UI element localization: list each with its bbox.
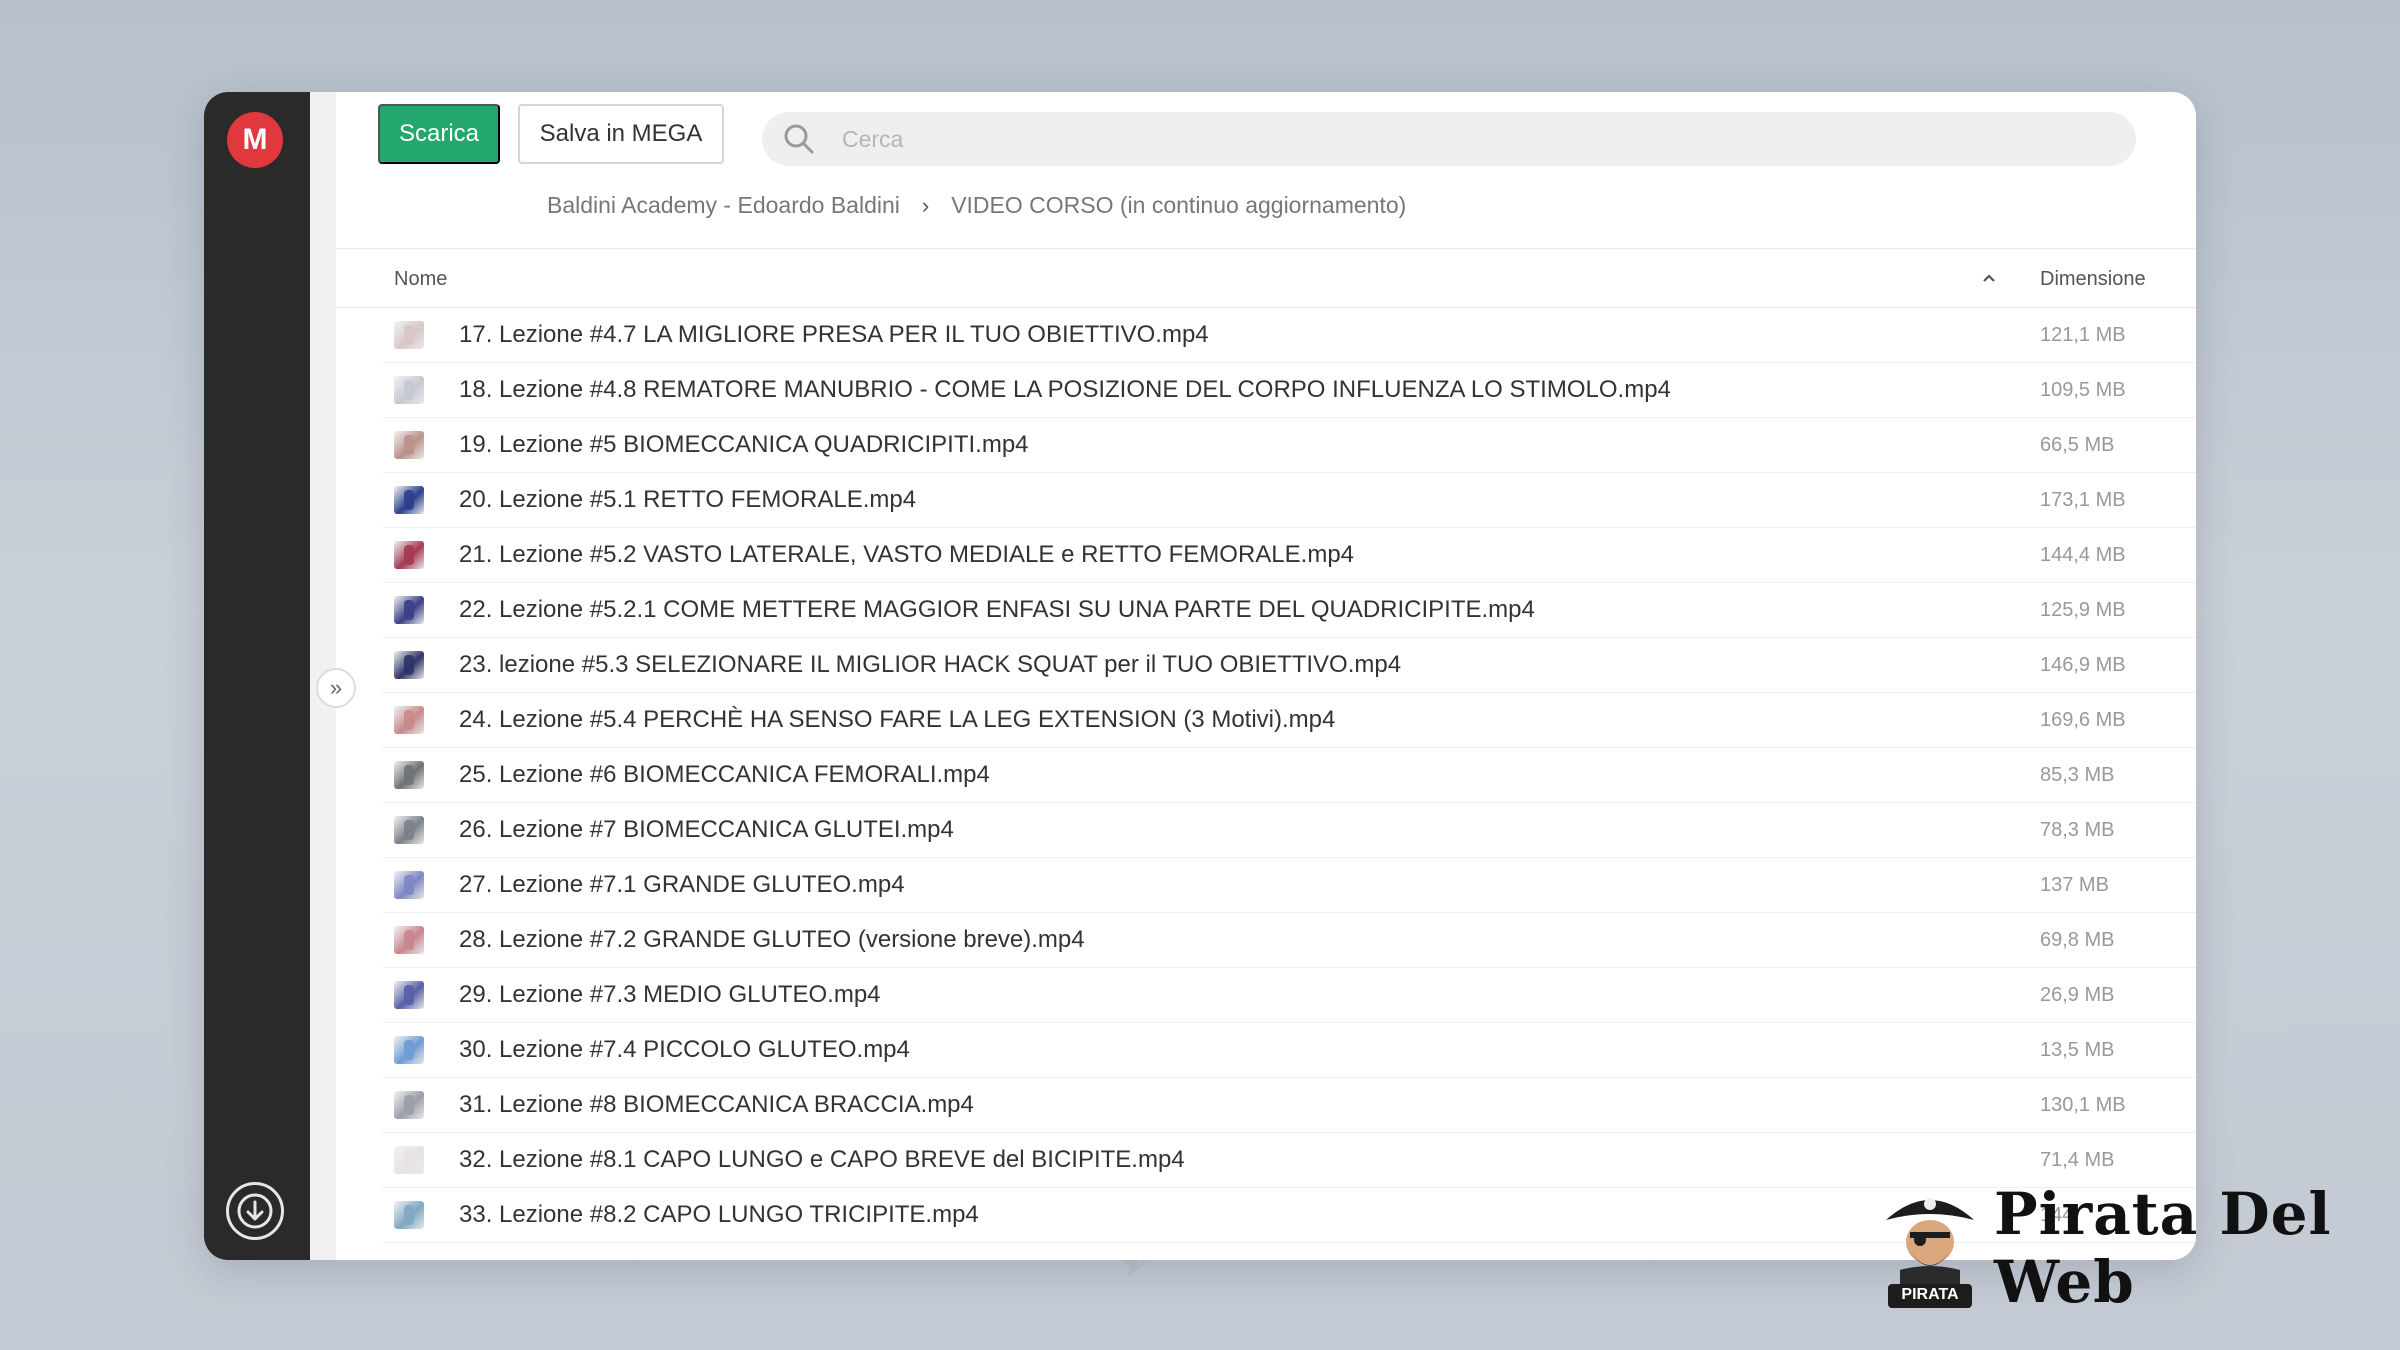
expand-sidebar-icon[interactable]: » <box>316 668 356 708</box>
video-thumbnail-icon <box>394 1146 424 1174</box>
file-row[interactable]: 17. Lezione #4.7 LA MIGLIORE PRESA PER I… <box>382 308 2196 363</box>
file-size: 71,4 MB <box>2040 1149 2115 1171</box>
video-thumbnail-icon <box>394 486 424 514</box>
video-thumbnail-icon <box>394 761 424 789</box>
file-row[interactable]: 19. Lezione #5 BIOMECCANICA QUADRICIPITI… <box>382 418 2196 473</box>
file-row[interactable]: 29. Lezione #7.3 MEDIO GLUTEO.mp4 26,9 MB… <box>382 968 2196 1023</box>
file-size: 137 MB <box>2040 874 2109 896</box>
file-row[interactable]: 31. Lezione #8 BIOMECCANICA BRACCIA.mp4 1… <box>382 1078 2196 1133</box>
file-row[interactable]: 25. Lezione #6 BIOMECCANICA FEMORALI.mp4… <box>382 748 2196 803</box>
video-thumbnail-icon <box>394 321 424 349</box>
file-size: 130,1 MB <box>2040 1094 2126 1116</box>
video-thumbnail-icon <box>394 376 424 404</box>
search-icon <box>784 124 814 154</box>
file-size: 78,3 MB <box>2040 819 2115 841</box>
file-size: 109,5 MB <box>2040 379 2126 401</box>
download-button[interactable]: Scarica <box>378 104 500 164</box>
file-row[interactable]: 26. Lezione #7 BIOMECCANICA GLUTEI.mp4 78… <box>382 803 2196 858</box>
file-size: 26,9 MB <box>2040 984 2115 1006</box>
column-size[interactable]: Dimensione <box>2040 268 2146 291</box>
file-name[interactable]: 31. Lezione #8 BIOMECCANICA BRACCIA.mp4 <box>459 1091 974 1119</box>
mega-logo[interactable]: M <box>227 112 283 168</box>
file-size: 169,6 MB <box>2040 709 2126 731</box>
brand-watermark: PIRATA Pirata Del Web <box>1880 1180 2400 1316</box>
breadcrumb-root[interactable]: Baldini Academy - Edoardo Baldini <box>547 192 900 219</box>
file-name[interactable]: 23. lezione #5.3 SELEZIONARE IL MIGLIOR … <box>459 651 1401 679</box>
file-name[interactable]: 26. Lezione #7 BIOMECCANICA GLUTEI.mp4 <box>459 816 954 844</box>
video-thumbnail-icon <box>394 706 424 734</box>
file-name[interactable]: 27. Lezione #7.1 GRANDE GLUTEO.mp4 <box>459 871 905 899</box>
file-list: 17. Lezione #4.7 LA MIGLIORE PRESA PER I… <box>382 308 2196 1243</box>
file-size: 173,1 MB <box>2040 489 2126 511</box>
video-thumbnail-icon <box>394 1036 424 1064</box>
file-row[interactable]: 18. Lezione #4.8 REMATORE MANUBRIO - COM… <box>382 363 2196 418</box>
file-name[interactable]: 25. Lezione #6 BIOMECCANICA FEMORALI.mp4 <box>459 761 990 789</box>
file-row[interactable]: 20. Lezione #5.1 RETTO FEMORALE.mp4 173,1… <box>382 473 2196 528</box>
video-thumbnail-icon <box>394 431 424 459</box>
file-row[interactable]: 21. Lezione #5.2 VASTO LATERALE, VASTO M… <box>382 528 2196 583</box>
video-thumbnail-icon <box>394 1091 424 1119</box>
file-row[interactable]: 28. Lezione #7.2 GRANDE GLUTEO (versione… <box>382 913 2196 968</box>
file-row[interactable]: 24. Lezione #5.4 PERCHÈ HA SENSO FARE LA… <box>382 693 2196 748</box>
file-size: 69,8 MB <box>2040 929 2115 951</box>
search-bar[interactable] <box>762 112 2136 166</box>
file-size: 85,3 MB <box>2040 764 2115 786</box>
video-thumbnail-icon <box>394 871 424 899</box>
file-name[interactable]: 17. Lezione #4.7 LA MIGLIORE PRESA PER I… <box>459 321 1209 349</box>
breadcrumb: Baldini Academy - Edoardo Baldini › VIDE… <box>547 192 1406 219</box>
file-size: 146,9 MB <box>2040 654 2126 676</box>
brand-badge-label: PIRATA <box>1901 1286 1959 1303</box>
file-name[interactable]: 21. Lezione #5.2 VASTO LATERALE, VASTO M… <box>459 541 1354 569</box>
table-header: Nome Dimensione Tipo <box>336 248 2196 308</box>
sidebar: M <box>204 92 310 1260</box>
search-input[interactable] <box>842 125 2042 153</box>
file-row[interactable]: 27. Lezione #7.1 GRANDE GLUTEO.mp4 137 MB… <box>382 858 2196 913</box>
file-row[interactable]: 30. Lezione #7.4 PICCOLO GLUTEO.mp4 13,5 … <box>382 1023 2196 1078</box>
file-name[interactable]: 19. Lezione #5 BIOMECCANICA QUADRICIPITI… <box>459 431 1029 459</box>
pirate-logo-icon: PIRATA <box>1880 1186 1980 1310</box>
file-row[interactable]: 22. Lezione #5.2.1 COME METTERE MAGGIOR … <box>382 583 2196 638</box>
chevron-right-icon: › <box>921 192 930 218</box>
file-row[interactable]: 23. lezione #5.3 SELEZIONARE IL MIGLIOR … <box>382 638 2196 693</box>
file-name[interactable]: 22. Lezione #5.2.1 COME METTERE MAGGIOR … <box>459 596 1535 624</box>
video-thumbnail-icon <box>394 926 424 954</box>
file-name[interactable]: 20. Lezione #5.1 RETTO FEMORALE.mp4 <box>459 486 916 514</box>
breadcrumb-current[interactable]: VIDEO CORSO (in continuo aggiornamento) <box>951 192 1406 219</box>
video-thumbnail-icon <box>394 541 424 569</box>
sort-asc-icon[interactable] <box>1980 269 1998 293</box>
column-name[interactable]: Nome <box>394 268 447 291</box>
file-name[interactable]: 24. Lezione #5.4 PERCHÈ HA SENSO FARE LA… <box>459 706 1335 734</box>
file-name[interactable]: 28. Lezione #7.2 GRANDE GLUTEO (versione… <box>459 926 1085 954</box>
transfer-manager-icon[interactable] <box>226 1182 284 1240</box>
video-thumbnail-icon <box>394 596 424 624</box>
file-name[interactable]: 33. Lezione #8.2 CAPO LUNGO TRICIPITE.mp… <box>459 1201 979 1229</box>
brand-name: Pirata Del Web <box>1994 1180 2332 1316</box>
video-thumbnail-icon <box>394 1201 424 1229</box>
video-thumbnail-icon <box>394 816 424 844</box>
file-size: 144,4 MB <box>2040 544 2126 566</box>
mega-window: M » Scarica Salva in MEGA Baldini Academ… <box>204 92 2196 1260</box>
video-thumbnail-icon <box>394 651 424 679</box>
file-size: 13,5 MB <box>2040 1039 2115 1061</box>
file-size: 125,9 MB <box>2040 599 2126 621</box>
file-name[interactable]: 18. Lezione #4.8 REMATORE MANUBRIO - COM… <box>459 376 1671 404</box>
file-size: 121,1 MB <box>2040 324 2126 346</box>
file-size: 66,5 MB <box>2040 434 2115 456</box>
file-name[interactable]: 29. Lezione #7.3 MEDIO GLUTEO.mp4 <box>459 981 881 1009</box>
file-name[interactable]: 32. Lezione #8.1 CAPO LUNGO e CAPO BREVE… <box>459 1146 1185 1174</box>
video-thumbnail-icon <box>394 981 424 1009</box>
file-name[interactable]: 30. Lezione #7.4 PICCOLO GLUTEO.mp4 <box>459 1036 910 1064</box>
save-to-mega-button[interactable]: Salva in MEGA <box>518 104 724 164</box>
